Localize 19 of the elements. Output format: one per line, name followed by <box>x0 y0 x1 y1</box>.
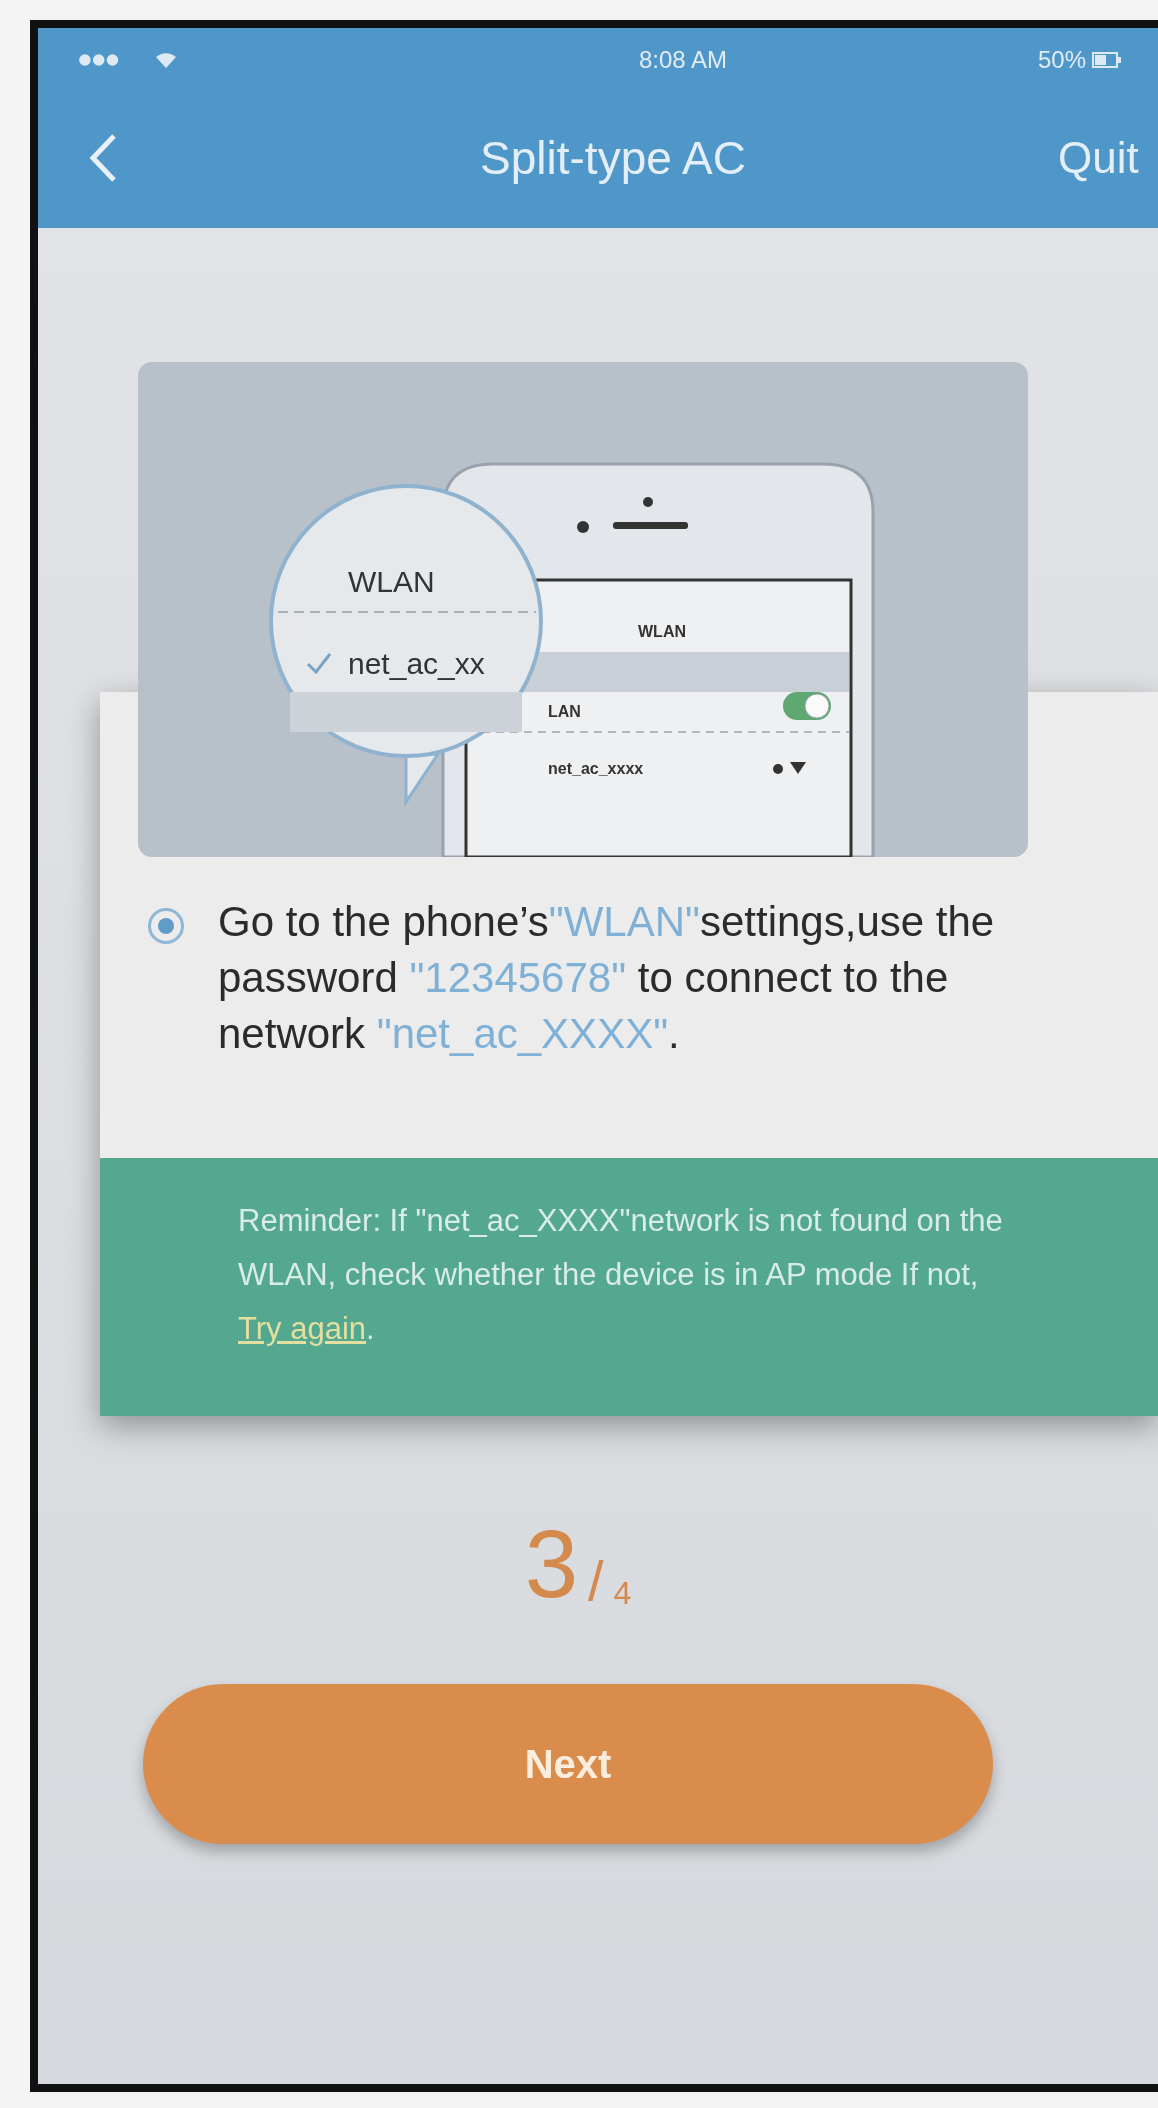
wifi-icon <box>154 51 178 69</box>
reminder-text: Reminder: If "net_ac_XXXX"network is not found on the WLAN, check whether the device is in AP mode If not, Try again. <box>238 1202 1004 1348</box>
status-time: 8:08 AM <box>638 46 728 74</box>
magnifier-title: WLAN <box>348 565 435 598</box>
battery-icon <box>1092 52 1123 68</box>
wifi-status-icon <box>773 762 806 774</box>
quit-link[interactable]: Quit <box>1058 133 1158 183</box>
screen-title: WLAN <box>638 623 686 640</box>
next-button[interactable]: Next <box>143 1684 993 1844</box>
back-icon[interactable] <box>88 133 118 183</box>
step-indicator: 3/ 4 <box>524 1516 632 1612</box>
magnifier-network: net_ac_xx <box>348 647 485 680</box>
battery-percent: 50% <box>1038 46 1087 74</box>
instruction-text: Go to the phone’s"WLAN"settings,use the password "12345678" to connect to the network "net_ac_XXXX". <box>218 897 996 1059</box>
screen-title: Split-type AC <box>480 131 746 185</box>
wlan-label: LAN <box>548 703 581 720</box>
try-again-link[interactable]: Try again <box>238 1311 367 1346</box>
radio-button[interactable] <box>148 908 184 944</box>
network-name: net_ac_xxxx <box>548 760 644 777</box>
